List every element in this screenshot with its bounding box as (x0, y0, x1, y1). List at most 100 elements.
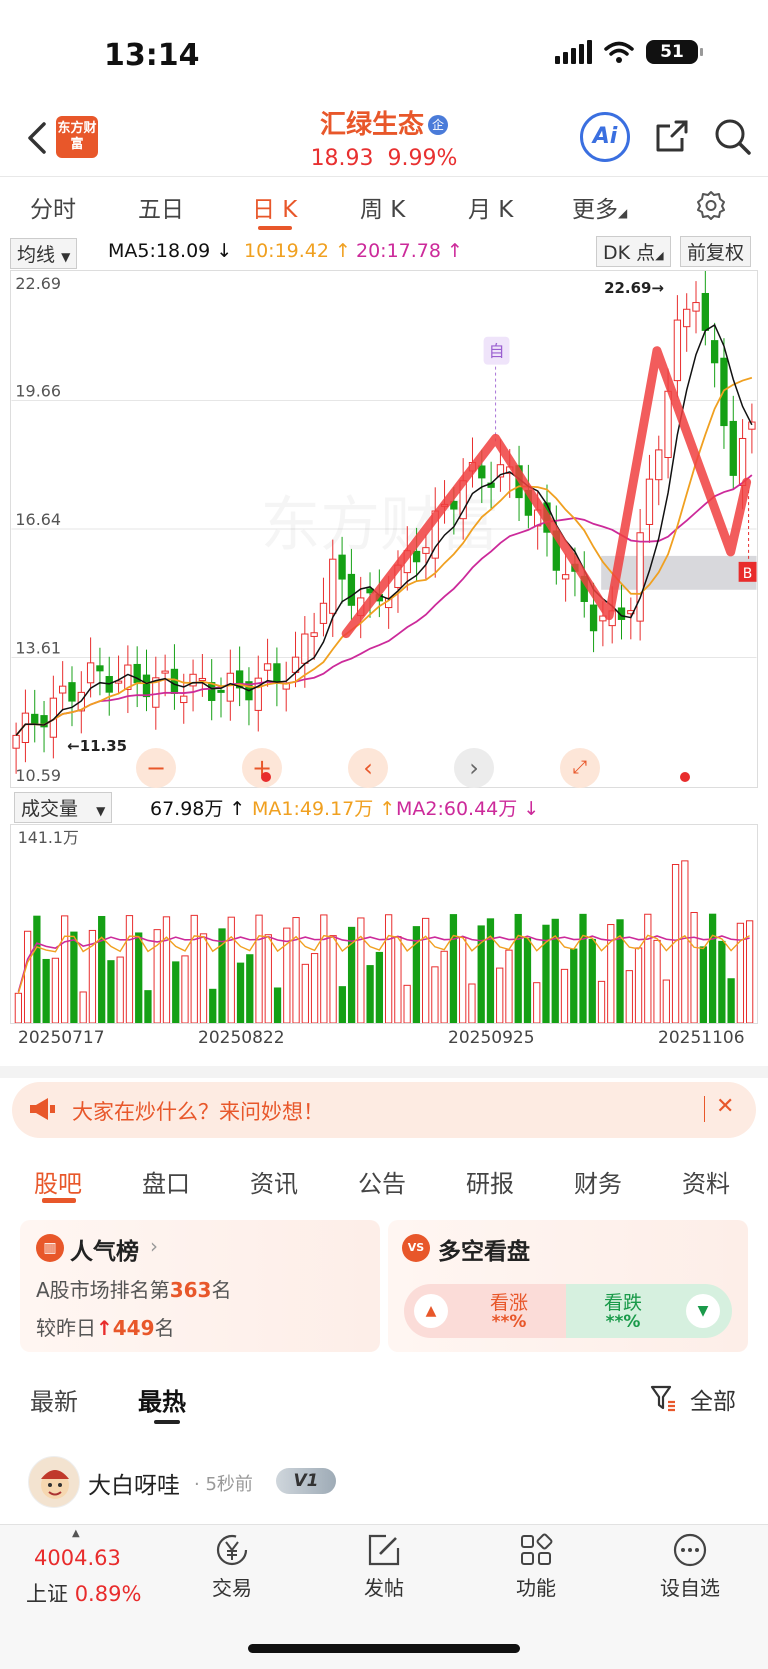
candle (217, 689, 225, 693)
active-tab-indicator (154, 1420, 180, 1424)
share-icon[interactable] (652, 116, 692, 156)
volume-indicator-select[interactable]: 成交量 ▼ (14, 792, 113, 823)
filter-icon[interactable] (650, 1384, 676, 1412)
post-button[interactable]: 发帖 (334, 1532, 434, 1601)
candle (263, 663, 272, 671)
index-summary[interactable]: 上证 0.89% (26, 1578, 141, 1608)
banner-text[interactable]: 大家在炒什么？来问妙想！ (72, 1096, 324, 1126)
tab-daily-k[interactable]: 日 K (252, 190, 297, 224)
vs-icon: VS (402, 1234, 430, 1262)
filter-label[interactable]: 全部 (690, 1382, 736, 1416)
volume-bar (449, 914, 458, 1023)
volume-bar (440, 950, 448, 1023)
tab-monthly-k[interactable]: 月 K (468, 190, 513, 224)
volume-bar (375, 951, 384, 1023)
date-label-1: 20250717 (18, 1028, 105, 1048)
candlestick-chart[interactable]: 东方财富 自 B 22.69→ ←11.35 22.69 19.66 16.64… (10, 270, 758, 788)
battery-icon: 51 (646, 40, 703, 64)
self-marker-text: 自 (489, 342, 505, 361)
candle (478, 465, 486, 479)
feed-tab-hottest[interactable]: 最热 (138, 1382, 186, 1417)
volume-bar (625, 970, 633, 1023)
volume-bar (403, 984, 411, 1023)
enterprise-badge-icon: 企 (428, 115, 448, 135)
zoom-in-button[interactable]: + (242, 748, 282, 788)
candle (655, 449, 663, 481)
volume-bar (708, 913, 717, 1023)
axis-label-4: 13.61 (15, 639, 61, 658)
index-value[interactable]: 4004.63 (34, 1546, 121, 1570)
adjust-button[interactable]: 前复权 (680, 236, 752, 267)
date-label-4: 20251106 (658, 1028, 745, 1048)
add-watchlist-button[interactable]: 设自选 (640, 1532, 740, 1601)
volume-bar (357, 917, 365, 1023)
tab-profile[interactable]: 资料 (682, 1164, 730, 1199)
volume-bar (644, 913, 652, 1023)
fall-value: **% (605, 1312, 641, 1332)
zoom-out-button[interactable]: − (136, 748, 176, 788)
wifi-icon (604, 41, 634, 63)
dropdown-arrow-icon: ▼ (96, 804, 106, 818)
volume-bar (505, 949, 513, 1023)
tab-news[interactable]: 资讯 (250, 1164, 298, 1199)
candle (748, 421, 756, 430)
search-icon[interactable] (712, 116, 752, 156)
volume-bar (588, 938, 596, 1023)
dk-point-button[interactable]: DK 点◢ (596, 236, 671, 267)
candle (645, 478, 654, 525)
gear-icon[interactable] (696, 190, 726, 220)
status-icons: 51 (555, 40, 703, 64)
tab-finance[interactable]: 财务 (574, 1164, 622, 1199)
tab-weekly-k[interactable]: 周 K (360, 190, 405, 224)
candle (180, 695, 188, 704)
scroll-left-button[interactable]: ‹ (348, 748, 388, 788)
fall-arrow-icon: ▼ (686, 1294, 720, 1328)
rank-prefix: A股市场排名第 (36, 1278, 170, 1302)
volume-bar (301, 963, 309, 1023)
volume-bar (560, 968, 569, 1023)
popularity-title: 人气榜 (70, 1239, 139, 1265)
volume-bar (514, 913, 522, 1023)
volume-value: 67.98万 ↑ (150, 798, 246, 820)
volume-bar (292, 917, 300, 1023)
ai-assistant-button[interactable]: Ai (580, 112, 630, 162)
volume-bar (162, 916, 171, 1023)
candle (161, 670, 169, 674)
candle (12, 734, 20, 749)
section-divider (0, 1066, 768, 1078)
tab-research[interactable]: 研报 (466, 1164, 514, 1199)
banner-separator (704, 1096, 705, 1122)
ma-type-select[interactable]: 均线 ▼ (10, 238, 78, 269)
candle (347, 573, 356, 606)
megaphone-icon (30, 1098, 55, 1120)
avatar[interactable] (28, 1456, 80, 1508)
close-icon[interactable]: ✕ (716, 1094, 734, 1119)
functions-button[interactable]: 功能 (486, 1532, 586, 1601)
candle (273, 663, 281, 682)
rank-line: A股市场排名第363名 (36, 1274, 231, 1303)
tab-pankou[interactable]: 盘口 (142, 1164, 190, 1199)
index-name: 上证 (26, 1582, 68, 1606)
tab-intraday[interactable]: 分时 (30, 190, 76, 224)
candle (68, 682, 76, 702)
tab-guba[interactable]: 股吧 (34, 1164, 82, 1199)
tab-announcements[interactable]: 公告 (358, 1164, 406, 1199)
volume-chart[interactable]: 141.1万 (10, 824, 758, 1024)
trade-button[interactable]: 交易 (182, 1532, 282, 1601)
event-dot (680, 772, 690, 782)
tab-more[interactable]: 更多◢ (572, 190, 627, 224)
volume-bar (135, 932, 143, 1023)
index-change: 0.89% (74, 1582, 142, 1606)
volume-bar (264, 934, 272, 1023)
volume-bar (366, 965, 374, 1023)
fullscreen-button[interactable]: ⤢ (560, 748, 600, 788)
feed-tab-latest[interactable]: 最新 (30, 1382, 78, 1417)
caret-icon: ◢ (618, 206, 628, 220)
scroll-right-button[interactable]: › (454, 748, 494, 788)
post-username[interactable]: 大白呀哇 (88, 1466, 180, 1500)
edit-icon (368, 1534, 400, 1566)
candle (86, 662, 95, 684)
tab-five-day[interactable]: 五日 (138, 190, 184, 224)
more-dots-icon (673, 1533, 707, 1567)
chevron-right-icon: › (150, 1234, 158, 1258)
